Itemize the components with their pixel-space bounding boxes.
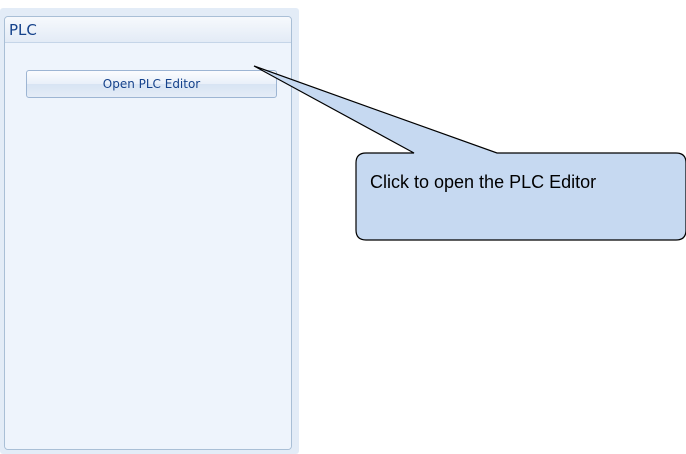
screenshot-stage: PLC Open PLC Editor Click to open the PL… (0, 0, 686, 454)
callout-text: Click to open the PLC Editor (370, 172, 597, 192)
callout-balloon (253, 65, 686, 241)
callout-shape (253, 65, 686, 241)
